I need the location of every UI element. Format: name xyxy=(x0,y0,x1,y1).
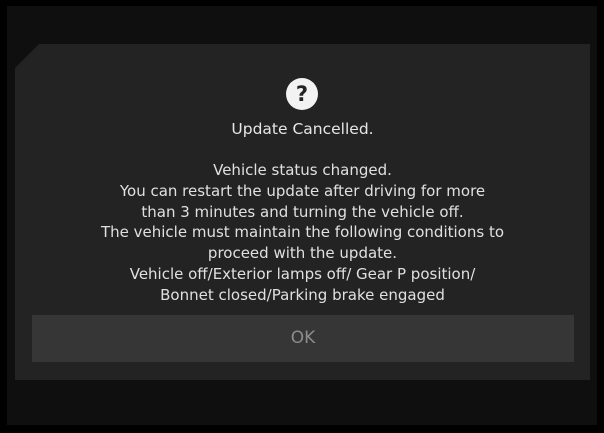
dialog-message: Vehicle status changed. You can restart … xyxy=(15,160,590,306)
message-line: Bonnet closed/Parking brake engaged xyxy=(160,285,445,304)
ok-button[interactable]: OK xyxy=(32,315,574,362)
message-line: Vehicle off/Exterior lamps off/ Gear P p… xyxy=(129,264,476,283)
message-line: You can restart the update after driving… xyxy=(119,181,486,200)
dialog-title: Update Cancelled. xyxy=(231,120,374,138)
message-line: than 3 minutes and turning the vehicle o… xyxy=(141,202,464,221)
message-line: proceed with the update. xyxy=(207,244,398,263)
message-line: The vehicle must maintain the following … xyxy=(100,223,504,242)
message-line: Vehicle status changed. xyxy=(213,161,392,179)
question-mark-icon: ? xyxy=(286,78,318,110)
